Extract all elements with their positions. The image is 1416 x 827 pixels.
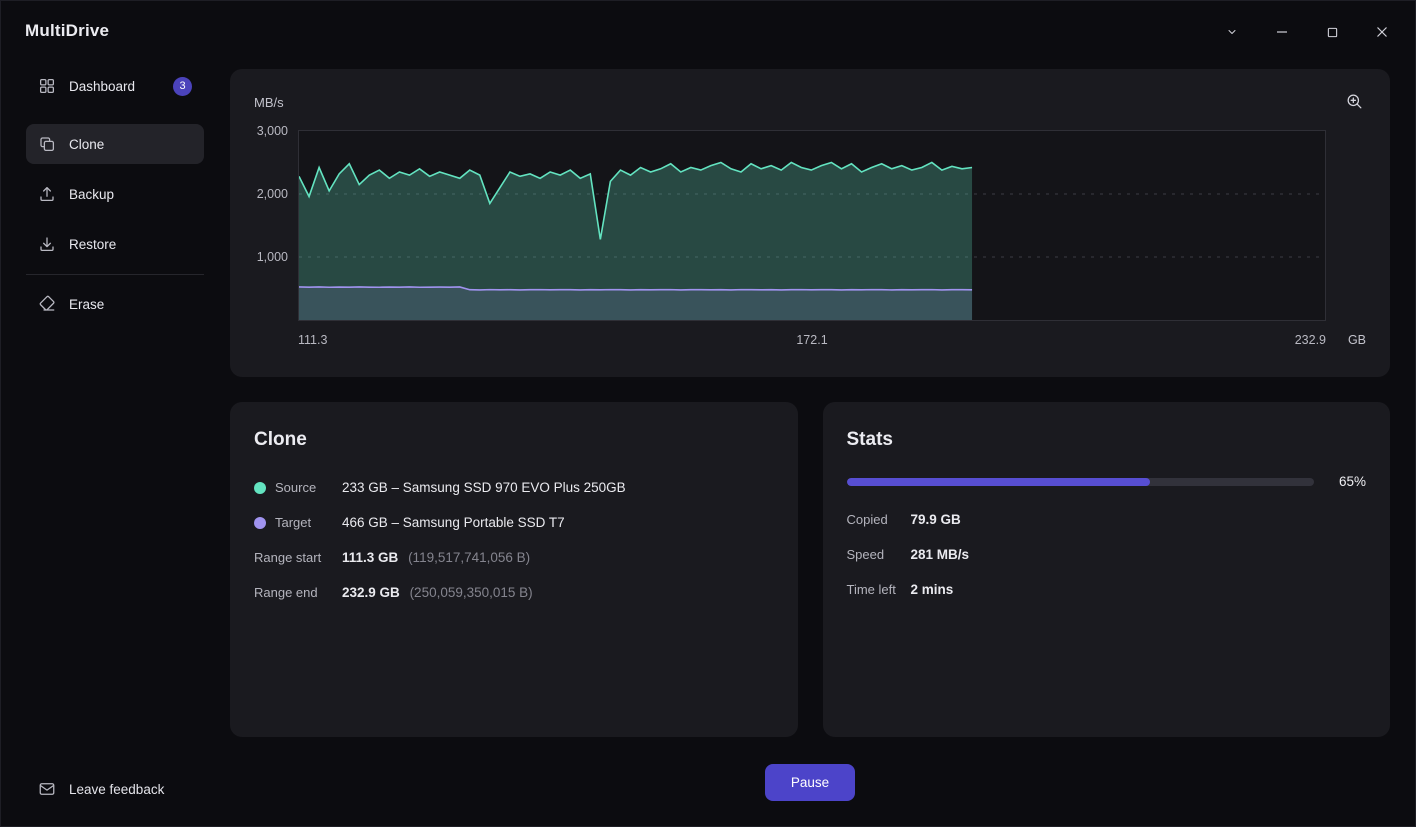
minimize-button[interactable] — [1261, 15, 1303, 49]
sidebar-item-label: Clone — [69, 137, 104, 152]
speed-chart-plot[interactable] — [298, 130, 1326, 321]
copied-row: Copied 79.9 GB — [847, 502, 1367, 537]
copied-label: Copied — [847, 512, 911, 527]
sidebar-item-clone[interactable]: Clone — [26, 124, 204, 164]
speed-chart-svg — [299, 131, 1325, 320]
range-end-gb: 232.9 GB — [342, 585, 400, 600]
range-start-bytes: (119,517,741,056 B) — [408, 550, 530, 565]
range-end-bytes: (250,059,350,015 B) — [410, 585, 533, 600]
download-icon — [38, 235, 56, 253]
y-axis-unit-label: MB/s — [254, 95, 284, 110]
x-axis-ticks: 111.3 172.1 232.9 — [298, 333, 1326, 349]
action-footer: Pause — [230, 764, 1390, 801]
info-cards-row: Clone Source 233 GB – Samsung SSD 970 EV… — [230, 402, 1390, 737]
target-label: Target — [275, 515, 311, 530]
dashboard-grid-icon — [38, 77, 56, 95]
magnifier-plus-icon — [1345, 92, 1364, 114]
x-tick-mid: 172.1 — [298, 333, 1326, 347]
close-icon — [1376, 26, 1388, 38]
sidebar-item-label: Restore — [69, 237, 116, 252]
app-window: MultiDrive Dashboard — [0, 0, 1416, 827]
window-menu-button[interactable] — [1211, 15, 1253, 49]
app-title: MultiDrive — [25, 21, 109, 41]
range-start-row: Range start 111.3 GB (119,517,741,056 B) — [254, 540, 774, 575]
speed-row: Speed 281 MB/s — [847, 537, 1367, 572]
progress-bar-fill — [847, 478, 1151, 486]
range-start-label: Range start — [254, 550, 342, 565]
y-tick-2000: 2,000 — [230, 187, 288, 201]
speed-value: 281 MB/s — [911, 547, 970, 562]
source-label: Source — [275, 480, 316, 495]
envelope-icon — [38, 780, 56, 798]
maximize-button[interactable] — [1311, 15, 1353, 49]
x-tick-end: 232.9 — [1295, 333, 1326, 347]
target-row: Target 466 GB – Samsung Portable SSD T7 — [254, 505, 774, 540]
x-axis-unit-label: GB — [1348, 333, 1366, 347]
sidebar-item-label: Dashboard — [69, 79, 135, 94]
pause-button[interactable]: Pause — [765, 764, 855, 801]
source-row: Source 233 GB – Samsung SSD 970 EVO Plus… — [254, 470, 774, 505]
sidebar-item-erase[interactable]: Erase — [26, 284, 204, 324]
target-color-dot — [254, 517, 266, 529]
clone-card: Clone Source 233 GB – Samsung SSD 970 EV… — [230, 402, 798, 737]
chart-zoom-button[interactable] — [1336, 85, 1372, 121]
sidebar-item-label: Erase — [69, 297, 104, 312]
feedback-label: Leave feedback — [69, 782, 164, 797]
target-label-cell: Target — [254, 515, 342, 530]
close-button[interactable] — [1361, 15, 1403, 49]
source-value: 233 GB – Samsung SSD 970 EVO Plus 250GB — [342, 480, 626, 495]
sidebar: Dashboard 3 Clone Backup Restore — [1, 65, 209, 826]
clone-copy-icon — [38, 135, 56, 153]
target-value: 466 GB – Samsung Portable SSD T7 — [342, 515, 565, 530]
window-controls — [1211, 15, 1403, 49]
eraser-icon — [38, 295, 56, 313]
progress-bar-track — [847, 478, 1315, 486]
time-left-value: 2 mins — [911, 582, 954, 597]
range-start-value: 111.3 GB (119,517,741,056 B) — [342, 550, 530, 565]
clone-card-title: Clone — [254, 429, 774, 451]
chevron-down-icon — [1226, 26, 1238, 38]
upload-icon — [38, 185, 56, 203]
speed-label: Speed — [847, 547, 911, 562]
maximize-icon — [1327, 27, 1338, 38]
sidebar-item-dashboard[interactable]: Dashboard 3 — [26, 66, 204, 106]
y-tick-1000: 1,000 — [230, 250, 288, 264]
sidebar-item-backup[interactable]: Backup — [26, 174, 204, 214]
dashboard-notification-badge: 3 — [173, 77, 192, 96]
range-end-row: Range end 232.9 GB (250,059,350,015 B) — [254, 575, 774, 610]
stats-card: Stats 65% Copied 79.9 GB Speed 281 MB/s — [823, 402, 1391, 737]
speed-chart-card: MB/s 3,000 2,000 1,000 111.3 172.1 232.9… — [230, 69, 1390, 377]
time-left-label: Time left — [847, 582, 911, 597]
main-content: MB/s 3,000 2,000 1,000 111.3 172.1 232.9… — [230, 69, 1390, 826]
minimize-icon — [1276, 26, 1288, 38]
sidebar-divider — [26, 274, 204, 275]
y-tick-3000: 3,000 — [230, 124, 288, 138]
sidebar-item-restore[interactable]: Restore — [26, 224, 204, 264]
stats-details: Copied 79.9 GB Speed 281 MB/s Time left … — [847, 502, 1367, 607]
stats-card-title: Stats — [847, 429, 1367, 451]
progress-percent-label: 65% — [1332, 474, 1366, 489]
source-label-cell: Source — [254, 480, 342, 495]
leave-feedback-button[interactable]: Leave feedback — [38, 780, 164, 798]
range-end-label: Range end — [254, 585, 342, 600]
time-left-row: Time left 2 mins — [847, 572, 1367, 607]
source-color-dot — [254, 482, 266, 494]
progress-row: 65% — [847, 474, 1367, 489]
range-end-value: 232.9 GB (250,059,350,015 B) — [342, 585, 533, 600]
sidebar-item-label: Backup — [69, 187, 114, 202]
copied-value: 79.9 GB — [911, 512, 961, 527]
range-start-gb: 111.3 GB — [342, 550, 398, 565]
clone-details: Source 233 GB – Samsung SSD 970 EVO Plus… — [254, 470, 774, 610]
